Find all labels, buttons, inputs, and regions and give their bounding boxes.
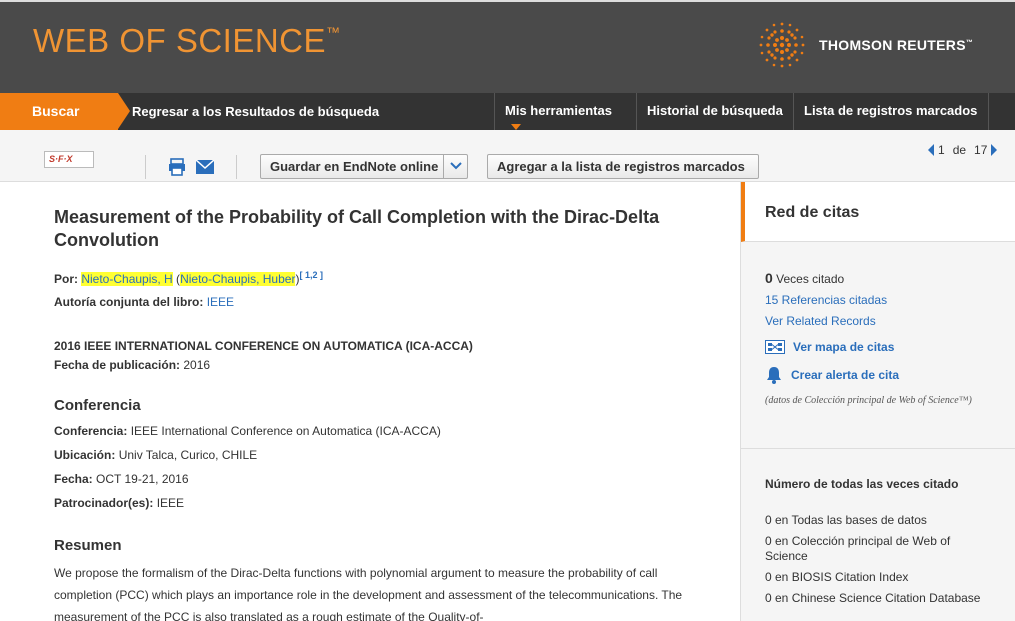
logo-text: WEB OF SCIENCE (33, 22, 327, 59)
logo-tm: ™ (326, 24, 341, 40)
date-row: Fecha: OCT 19-21, 2016 (54, 472, 189, 486)
sfx-label: S·F·X (49, 154, 73, 164)
times-cited-label: Veces citado (776, 272, 845, 286)
my-tools-label: Mis herramientas (505, 103, 612, 118)
main-nav: Buscar Regresar a los Resultados de búsq… (0, 93, 1015, 130)
coauthor-label: Autoría conjunta del libro: (54, 295, 204, 309)
chevron-down-icon (450, 162, 462, 170)
previous-record-icon[interactable] (928, 144, 934, 156)
abstract-text: We propose the formalism of the Dirac-De… (54, 566, 683, 621)
pubdate-value: 2016 (183, 358, 211, 372)
date-value: OCT 19-21, 2016 (96, 472, 189, 486)
marked-list-link[interactable]: Lista de registros marcados (793, 93, 989, 130)
add-to-marked-list-button[interactable]: Agregar a la lista de registros marcados (487, 154, 759, 179)
web-of-science-logo[interactable]: WEB OF SCIENCE™ (33, 22, 341, 60)
times-cited-row: 0 Veces citado (765, 270, 844, 286)
coauthor-link[interactable]: IEEE (207, 295, 234, 309)
citation-map-link[interactable]: Ver mapa de citas (765, 340, 894, 354)
toolbar-divider (145, 155, 146, 179)
location-row: Ubicación: Univ Talca, Curico, CHILE (54, 448, 257, 462)
record-toolbar: S·F·X Guardar en EndNote online Agregar … (0, 130, 1015, 182)
toolbar-divider (236, 155, 237, 179)
source-title-text: 2016 IEEE INTERNATIONAL CONFERENCE ON AU… (54, 339, 473, 353)
related-records-link[interactable]: Ver Related Records (765, 314, 876, 328)
site-header: WEB OF SCIENCE™ THOMSON REUTERS™ (0, 0, 1015, 93)
create-alert-label: Crear alerta de cita (791, 368, 900, 382)
location-value: Univ Talca, Curico, CHILE (118, 448, 258, 462)
location-label: Ubicación: (54, 448, 116, 462)
thomson-reuters-logo: THOMSON REUTERS™ (757, 20, 973, 70)
cited-references-link[interactable]: 15 Referencias citadas (765, 293, 887, 307)
times-cited-count: 0 (765, 270, 773, 286)
thomson-reuters-dots-icon (759, 22, 805, 68)
pager-current: 1 (938, 143, 945, 157)
author-row: Por: Nieto-Chaupis, H (Nieto-Chaupis, Hu… (54, 270, 323, 286)
bell-icon (767, 367, 781, 384)
pager-of: de (952, 143, 967, 157)
author-full-name-link[interactable]: Nieto-Chaupis, Huber (180, 272, 296, 286)
abstract-heading: Resumen (54, 537, 122, 554)
citation-network-header: Red de citas (741, 182, 1015, 242)
search-history-link[interactable]: Historial de búsqueda (636, 93, 793, 130)
search-tab-label: Buscar (32, 103, 80, 119)
sponsor-row: Patrocinador(es): IEEE (54, 496, 184, 510)
tr-tm: ™ (965, 39, 974, 47)
sfx-button[interactable]: S·F·X (44, 151, 94, 168)
record-detail: Measurement of the Probability of Call C… (0, 182, 740, 621)
tr-label: THOMSON REUTERS (819, 37, 966, 53)
pubdate-row: Fecha de publicación: 2016 (54, 358, 210, 372)
endnote-dropdown-toggle[interactable] (443, 155, 467, 178)
conference-value: IEEE International Conference on Automat… (130, 424, 441, 438)
thomson-reuters-text: THOMSON REUTERS™ (819, 37, 973, 53)
count-all-databases: 0 en Todas las bases de datos (765, 513, 927, 527)
next-record-icon[interactable] (991, 144, 998, 156)
search-tab[interactable]: Buscar (0, 93, 130, 130)
sponsor-value: IEEE (156, 496, 185, 510)
count-biosis: 0 en BIOSIS Citation Index (765, 570, 909, 584)
source-title: 2016 IEEE INTERNATIONAL CONFERENCE ON AU… (54, 339, 473, 353)
author-affiliation-refs[interactable]: [ 1,2 ] (299, 270, 323, 280)
count-chinese-scd: 0 en Chinese Science Citation Database (765, 591, 981, 605)
citation-map-label: Ver mapa de citas (793, 340, 895, 354)
create-citation-alert-link[interactable]: Crear alerta de cita (765, 366, 899, 384)
my-tools-menu[interactable]: Mis herramientas (494, 93, 636, 130)
conference-heading: Conferencia (54, 397, 141, 414)
conference-label: Conferencia: (54, 424, 128, 438)
print-icon[interactable] (168, 158, 186, 176)
pubdate-label: Fecha de publicación: (54, 358, 181, 372)
save-endnote-button[interactable]: Guardar en EndNote online (260, 154, 468, 179)
author-link[interactable]: Nieto-Chaupis, H (81, 272, 173, 286)
coauthor-row: Autoría conjunta del libro: IEEE (54, 295, 234, 309)
citation-map-icon (765, 340, 785, 354)
count-wos-core: 0 en Colección principal de Web of Scien… (765, 534, 951, 563)
citation-network-title: Red de citas (765, 204, 860, 221)
date-label: Fecha: (54, 472, 93, 486)
conference-row: Conferencia: IEEE International Conferen… (54, 424, 441, 438)
citation-network-panel: Red de citas 0 Veces citado 15 Referenci… (740, 182, 1015, 621)
chevron-down-icon (511, 123, 521, 130)
pager-total: 17 (974, 143, 988, 157)
all-times-cited-heading: Número de todas las veces citado (765, 477, 959, 491)
back-to-results-link[interactable]: Regresar a los Resultados de búsqueda (132, 104, 379, 119)
sponsor-label: Patrocinador(es): (54, 496, 154, 510)
data-source-note: (datos de Colección principal de Web of … (765, 395, 972, 406)
record-pager: 1 de 17 (928, 143, 998, 157)
author-label: Por: (54, 272, 78, 286)
email-icon[interactable] (196, 160, 214, 174)
save-endnote-label: Guardar en EndNote online (270, 159, 439, 174)
record-title: Measurement of the Probability of Call C… (54, 207, 660, 250)
sidebar-divider (741, 448, 1015, 449)
